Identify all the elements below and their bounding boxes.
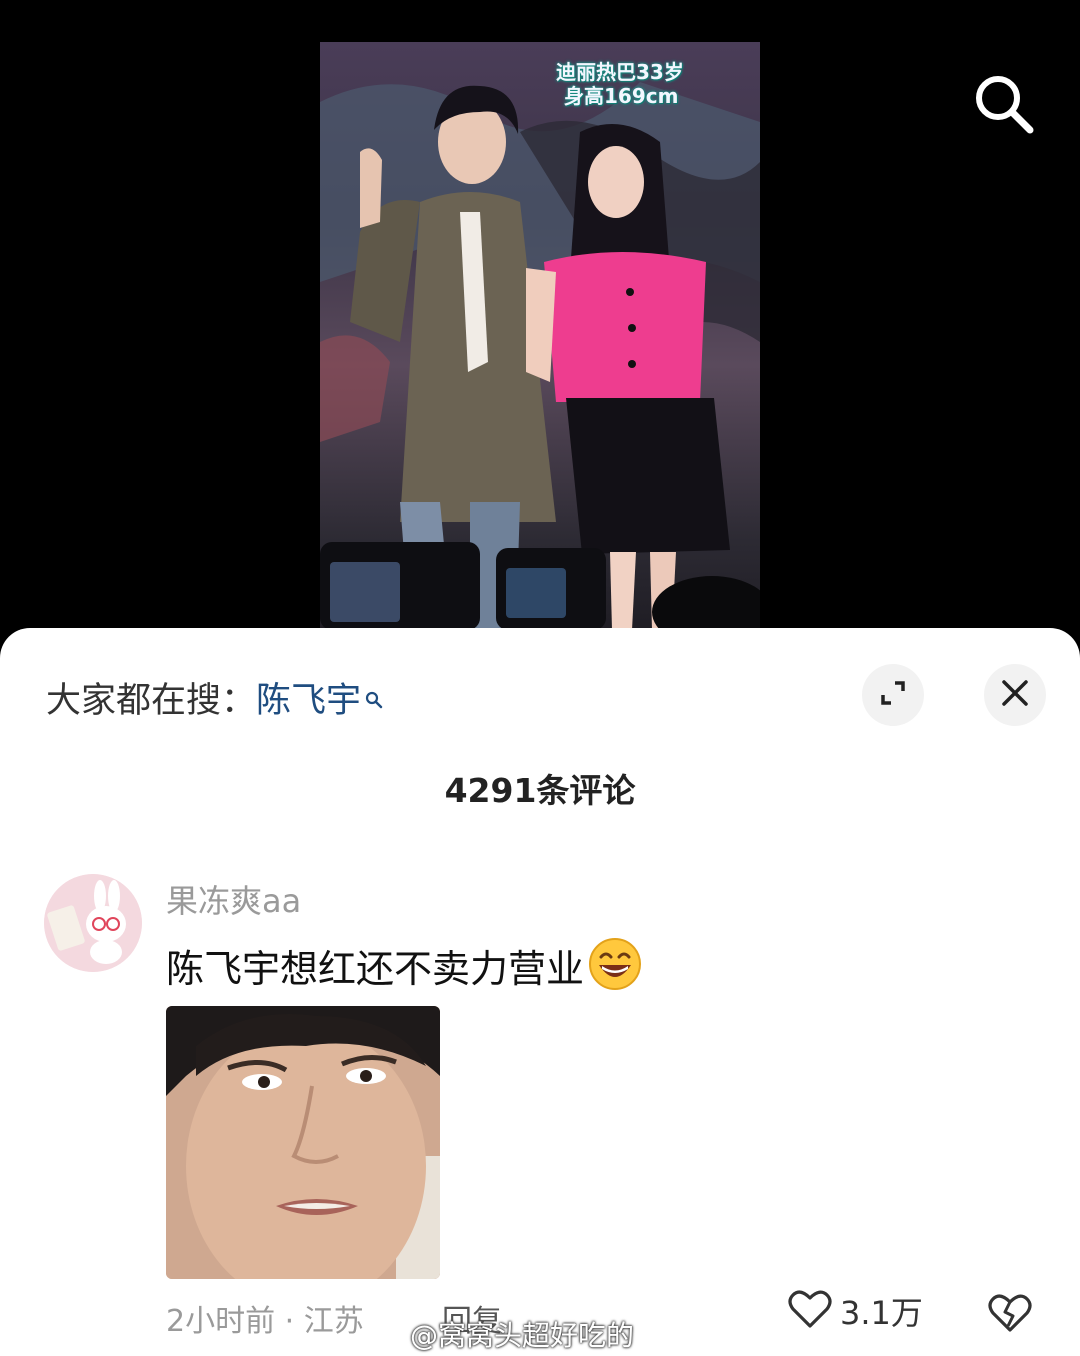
comment-body: 陈飞宇想红还不卖力营业 bbox=[166, 938, 642, 1000]
comment-count: 4291条评论 bbox=[444, 771, 636, 810]
comment-username[interactable]: 果冻爽aa bbox=[166, 876, 301, 922]
comment-image[interactable] bbox=[166, 1006, 440, 1279]
grinning-face-icon bbox=[588, 937, 642, 1000]
video-frame[interactable]: 迪丽热巴33岁 身高169cm bbox=[320, 42, 760, 630]
watermark: @窝窝头超好吃的 bbox=[410, 1319, 635, 1352]
avatar[interactable] bbox=[44, 874, 142, 972]
search-icon[interactable] bbox=[972, 72, 1036, 136]
heart-icon bbox=[788, 1288, 832, 1334]
hot-search-term[interactable]: 陈飞宇 bbox=[256, 681, 361, 721]
overlay-line-2: 身高169cm bbox=[564, 84, 679, 108]
video-scene bbox=[320, 82, 760, 630]
dislike-button[interactable] bbox=[988, 1292, 1032, 1338]
video-area: 迪丽热巴33岁 身高169cm bbox=[0, 0, 1080, 640]
comment-text: 陈飞宇想红还不卖力营业 bbox=[166, 947, 585, 991]
like-count: 3.1万 bbox=[840, 1294, 923, 1332]
comment-meta: 2小时前 · 江苏 bbox=[166, 1304, 364, 1339]
close-button[interactable] bbox=[984, 664, 1046, 726]
video-overlay-text: 迪丽热巴33岁 身高169cm bbox=[556, 60, 684, 108]
search-icon-small bbox=[365, 678, 383, 718]
like-button[interactable]: 3.1万 bbox=[788, 1288, 923, 1334]
overlay-line-1: 迪丽热巴33岁 bbox=[556, 60, 684, 84]
close-icon bbox=[1000, 678, 1030, 712]
comments-sheet: 大家都在搜：陈飞宇 4291条评论 果冻爽aa 陈飞宇想红还不卖力营业 2小时前… bbox=[0, 628, 1080, 1356]
broken-heart-icon bbox=[988, 1294, 1032, 1338]
hot-search-bar[interactable]: 大家都在搜：陈飞宇 bbox=[46, 672, 383, 723]
expand-icon bbox=[878, 678, 908, 712]
expand-button[interactable] bbox=[862, 664, 924, 726]
hot-search-prefix: 大家都在搜： bbox=[46, 681, 257, 721]
